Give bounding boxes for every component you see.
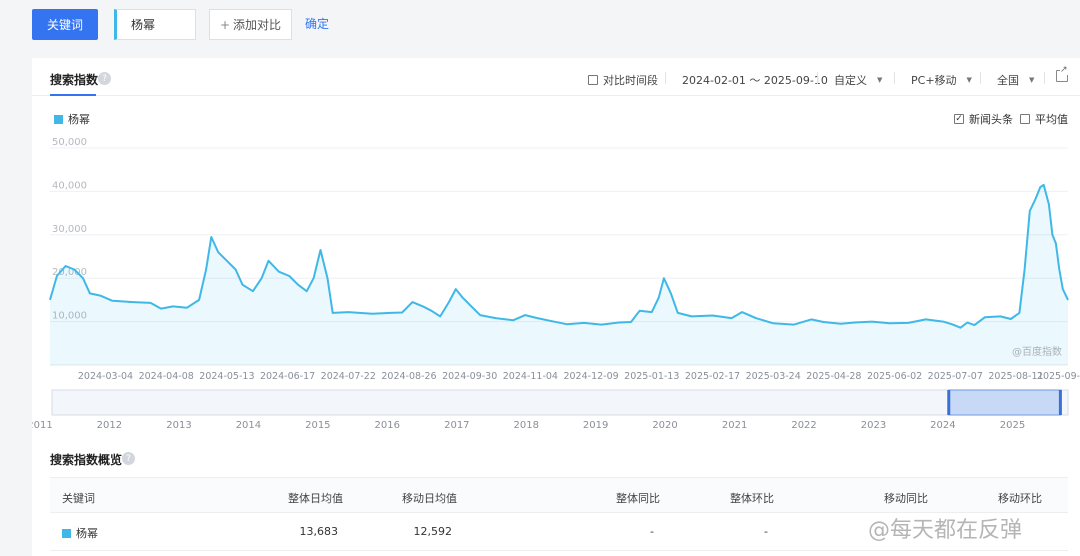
brush-year-label: 2024	[930, 420, 955, 428]
x-tick-label: 2024-05-13	[199, 371, 254, 382]
divider	[980, 72, 981, 84]
x-tick-label: 2025-08-11	[988, 371, 1043, 382]
brush-year-label: 2012	[97, 420, 122, 428]
header-mobile-mom: 移动环比	[998, 492, 1042, 505]
divider	[665, 72, 666, 84]
y-tick-label: 30,000	[52, 224, 87, 235]
x-tick-label: 2024-06-17	[260, 371, 315, 382]
brush-year-label: 2014	[236, 420, 261, 428]
brush-year-label: 2019	[583, 420, 608, 428]
y-tick-label: 40,000	[52, 180, 87, 191]
brush-year-label: 2013	[166, 420, 191, 428]
header-mobile-yoy: 移动同比	[884, 492, 928, 505]
brush-handle-left	[947, 390, 951, 415]
brush-year-label: 2022	[791, 420, 816, 428]
brush-year-label: 2018	[514, 420, 539, 428]
x-tick-label: 2025-03-24	[746, 371, 801, 382]
x-tick-label: 2024-03-04	[78, 371, 133, 382]
row-keyword-label: 杨幂	[76, 527, 98, 540]
brush-year-label: 2015	[305, 420, 330, 428]
row-mobile-avg: 12,592	[413, 525, 453, 538]
header-overall-mom: 整体环比	[730, 492, 774, 505]
divider	[1044, 72, 1045, 84]
header-overall-avg: 整体日均值	[288, 492, 343, 505]
confirm-button[interactable]: 确定	[305, 15, 329, 32]
export-icon[interactable]	[1056, 65, 1068, 82]
keyword-chip[interactable]: 杨幂	[114, 9, 196, 40]
weibo-watermark: @每天都在反弹	[868, 518, 1023, 543]
x-tick-label: 2025-09-08	[1037, 371, 1080, 382]
brush-year-label: 2020	[652, 420, 677, 428]
compare-period-toggle[interactable]: 对比时间段	[588, 72, 658, 88]
checkbox-icon	[588, 75, 598, 85]
region-dropdown[interactable]: 全国 ▼	[997, 72, 1034, 88]
date-range-label: 2024-02-01 ～ 2025-09-10	[682, 74, 828, 87]
device-dropdown[interactable]: PC+移动 ▼	[911, 72, 972, 88]
chart-watermark: @百度指数	[1012, 345, 1062, 358]
series-swatch	[62, 529, 71, 538]
brush-year-label: 2011	[32, 420, 53, 428]
x-tick-label: 2025-07-07	[928, 371, 983, 382]
date-range-picker[interactable]: 2024-02-01 ～ 2025-09-10	[682, 72, 828, 88]
x-tick-label: 2024-09-30	[442, 371, 497, 382]
add-compare-label: 添加对比	[233, 18, 282, 32]
brush-year-label: 2016	[375, 420, 400, 428]
brush-handle-right	[1058, 390, 1062, 415]
brush-selection	[948, 389, 1061, 416]
header-overall-yoy: 整体同比	[616, 492, 660, 505]
help-icon[interactable]: ?	[98, 72, 111, 85]
x-tick-label: 2024-11-04	[503, 371, 558, 382]
custom-label: 自定义	[834, 74, 867, 87]
divider	[817, 72, 818, 84]
brush-year-label: 2021	[722, 420, 747, 428]
x-tick-label: 2025-06-02	[867, 371, 922, 382]
table-header: 关键词 整体日均值 移动日均值 整体同比 整体环比 移动同比 移动环比	[50, 477, 1068, 513]
x-tick-label: 2025-04-28	[806, 371, 861, 382]
caret-down-icon: ▼	[966, 76, 972, 84]
brush-track	[51, 389, 1069, 416]
keyword-chip-label: 杨幂	[131, 18, 156, 32]
row-overall-avg: 13,683	[299, 525, 339, 538]
row-overall-yoy: -	[650, 525, 654, 538]
custom-dropdown[interactable]: 自定义 ▼	[834, 72, 882, 88]
x-tick-label: 2024-07-22	[321, 371, 376, 382]
keyword-button[interactable]: 关键词	[32, 9, 98, 40]
caret-down-icon: ▼	[877, 76, 883, 84]
search-index-chart[interactable]: 10,00020,00030,00040,00050,000@百度指数2024-…	[32, 116, 1080, 428]
panel-header: 搜索指数 ? 对比时间段 2024-02-01 ～ 2025-09-10 自定义…	[32, 58, 1080, 96]
panel-title: 搜索指数	[50, 73, 99, 87]
row-overall-mom: -	[764, 525, 768, 538]
overview-title: 搜索指数概览	[50, 453, 123, 467]
brush-year-label: 2017	[444, 420, 469, 428]
plus-icon: +	[219, 17, 231, 32]
add-compare-button[interactable]: + 添加对比	[209, 9, 292, 40]
header-mobile-avg: 移动日均值	[402, 492, 457, 505]
x-tick-label: 2024-08-26	[381, 371, 436, 382]
y-tick-label: 50,000	[52, 137, 87, 148]
series-area	[50, 184, 1068, 365]
search-index-panel: 搜索指数 ? 对比时间段 2024-02-01 ～ 2025-09-10 自定义…	[32, 58, 1080, 556]
brush-year-label: 2025	[1000, 420, 1025, 428]
x-tick-label: 2025-02-17	[685, 371, 740, 382]
top-bar: 关键词 杨幂 + 添加对比 确定	[0, 0, 1080, 58]
divider	[894, 72, 895, 84]
compare-period-label: 对比时间段	[603, 74, 658, 87]
region-label: 全国	[997, 74, 1019, 87]
x-tick-label: 2024-12-09	[563, 371, 618, 382]
device-label: PC+移动	[911, 74, 957, 87]
x-tick-label: 2024-04-08	[139, 371, 194, 382]
help-icon[interactable]: ?	[122, 452, 135, 465]
brush-year-label: 2023	[861, 420, 886, 428]
x-tick-label: 2025-01-13	[624, 371, 679, 382]
header-keyword: 关键词	[62, 492, 95, 505]
caret-down-icon: ▼	[1029, 76, 1035, 84]
row-keyword: 杨幂	[62, 525, 98, 541]
title-underline	[50, 94, 96, 96]
